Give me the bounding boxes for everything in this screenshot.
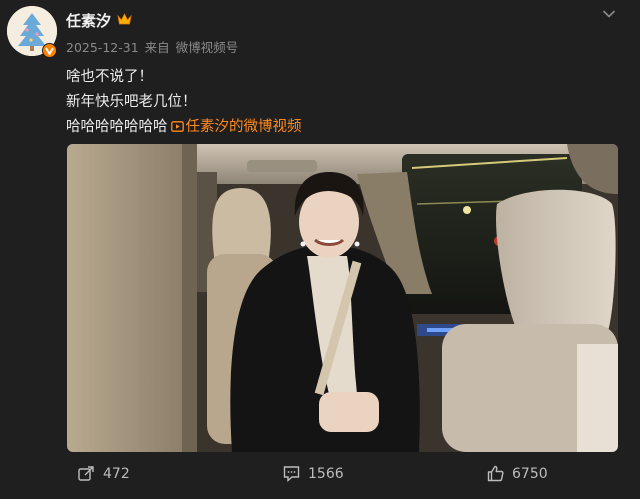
video-link-icon[interactable] [170, 121, 184, 132]
post-text-line: 新年快乐吧老几位！ [66, 94, 197, 110]
chevron-down-icon[interactable] [602, 9, 616, 19]
post-date[interactable]: 2025-12-31 [66, 40, 139, 55]
crown-icon[interactable] [117, 12, 132, 26]
source-prefix: 来自 [144, 40, 170, 55]
post-text-laugh: 哈哈哈哈哈哈哈 [66, 119, 168, 135]
like-button[interactable]: 6750 [487, 465, 548, 482]
post-text-line: 啥也不说了！ [66, 69, 153, 85]
post-text-line: 哈哈哈哈哈哈哈 任素汐的微博视频 [66, 115, 302, 136]
verified-badge-icon [42, 43, 57, 58]
repost-icon [78, 466, 94, 481]
comment-button[interactable]: 1566 [283, 465, 344, 482]
action-bar: 472 1566 6750 [0, 460, 640, 490]
post-meta: 2025-12-31 来自 微博视频号 [66, 37, 244, 56]
like-count: 6750 [512, 465, 548, 482]
video-link[interactable]: 任素汐的微博视频 [186, 119, 302, 135]
repost-count: 472 [103, 465, 130, 482]
like-icon [487, 465, 504, 482]
comment-icon [283, 466, 300, 482]
post-source[interactable]: 微博视频号 [176, 40, 239, 55]
comment-count: 1566 [308, 465, 344, 482]
author-name[interactable]: 任素汐 [66, 10, 111, 31]
repost-button[interactable]: 472 [78, 465, 130, 482]
video-player[interactable] [67, 144, 618, 452]
video-frame [67, 144, 618, 452]
